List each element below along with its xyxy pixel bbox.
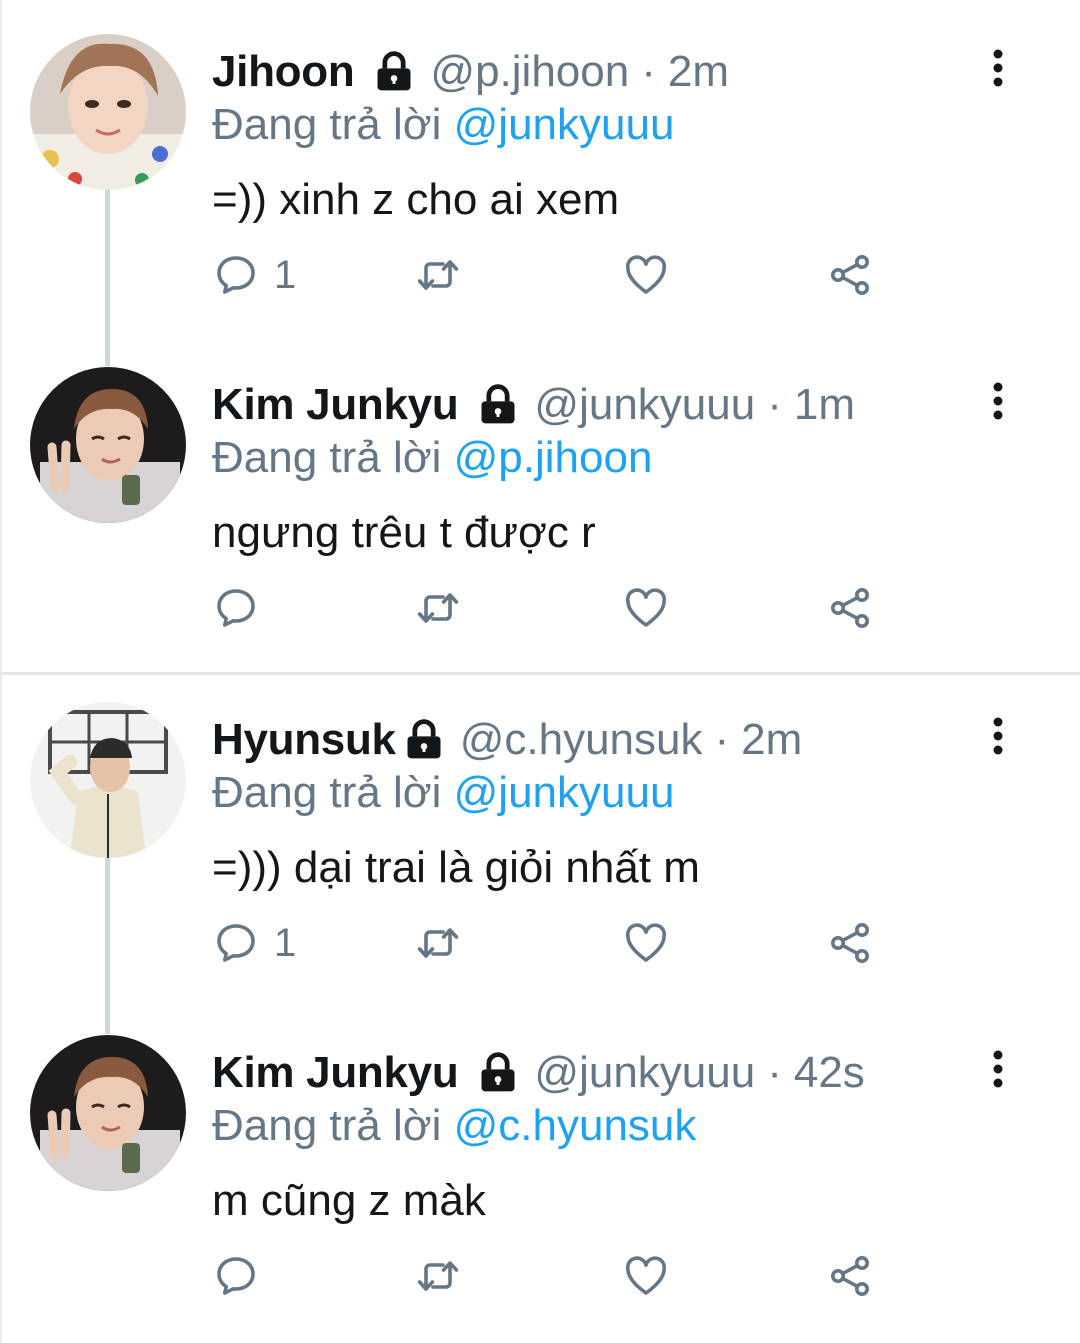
avatar-photo: [30, 1035, 186, 1191]
replying-to: Đang trả lời @c.hyunsuk: [212, 1101, 696, 1151]
replying-mention-link[interactable]: @c.hyunsuk: [454, 1101, 697, 1150]
like-button[interactable]: [622, 573, 670, 643]
share-button[interactable]: [826, 1241, 874, 1311]
retweet-button[interactable]: [414, 240, 462, 310]
more-vertical-icon[interactable]: [980, 381, 1016, 421]
avatar[interactable]: [30, 702, 186, 858]
like-button[interactable]: [622, 908, 670, 978]
tweet-text: =))) dại trai là giỏi nhất m: [212, 843, 700, 892]
tweet-text: =)) xinh z cho ai xem: [212, 175, 620, 224]
lock-icon: [476, 1051, 520, 1095]
separator-dot: ·: [767, 1048, 782, 1097]
avatar[interactable]: [30, 34, 186, 190]
tweet-text: m cũng z màk: [212, 1176, 486, 1225]
tweet-header: Kim Junkyu @junkyuuu · 1m: [212, 375, 855, 435]
retweet-icon: [414, 1252, 462, 1300]
tweet[interactable]: Kim Junkyu @junkyuuu · 1m Đang trả lời @…: [0, 333, 1080, 666]
tweet-thread-feed: Jihoon @p.jihoon · 2m Đang trả lời @junk…: [0, 0, 1080, 1343]
tweet[interactable]: Kim Junkyu @junkyuuu · 42s Đang trả lời …: [0, 1001, 1080, 1334]
more-vertical-icon[interactable]: [980, 1049, 1016, 1089]
avatar-photo: [30, 34, 186, 190]
heart-icon: [622, 584, 670, 632]
tweet-actions: [212, 1241, 912, 1311]
author-handle[interactable]: @p.jihoon: [430, 47, 629, 97]
timestamp[interactable]: 42s: [794, 1048, 865, 1098]
timestamp[interactable]: 2m: [668, 47, 729, 97]
reply-count: 1: [274, 920, 297, 965]
replying-prefix: Đang trả lời: [212, 100, 442, 149]
author-handle[interactable]: @c.hyunsuk: [460, 715, 703, 765]
replying-mention-link[interactable]: @junkyuuu: [454, 100, 675, 149]
share-button[interactable]: [826, 573, 874, 643]
replying-to: Đang trả lời @p.jihoon: [212, 433, 652, 483]
reply-button[interactable]: [212, 1241, 274, 1311]
retweet-button[interactable]: [414, 908, 462, 978]
retweet-icon: [414, 251, 462, 299]
lock-icon: [372, 50, 416, 94]
share-icon: [826, 1252, 874, 1300]
separator-dot: ·: [641, 47, 656, 96]
reply-icon: [212, 919, 260, 967]
reply-icon: [212, 1252, 260, 1300]
tweet-actions: [212, 573, 912, 643]
retweet-button[interactable]: [414, 573, 462, 643]
author-handle[interactable]: @junkyuuu: [534, 1048, 755, 1098]
avatar[interactable]: [30, 367, 186, 523]
avatar[interactable]: [30, 1035, 186, 1191]
separator-dot: ·: [767, 380, 782, 429]
replying-to: Đang trả lời @junkyuuu: [212, 100, 674, 150]
tweet-header: Hyunsuk @c.hyunsuk · 2m: [212, 710, 802, 770]
tweet[interactable]: Jihoon @p.jihoon · 2m Đang trả lời @junk…: [0, 0, 1080, 333]
share-icon: [826, 251, 874, 299]
tweet-text: ngưng trêu t được r: [212, 508, 596, 557]
share-icon: [826, 919, 874, 967]
tweet-header: Kim Junkyu @junkyuuu · 42s: [212, 1043, 865, 1103]
retweet-button[interactable]: [414, 1241, 462, 1311]
reply-button[interactable]: 1: [212, 240, 296, 310]
share-icon: [826, 584, 874, 632]
like-button[interactable]: [622, 1241, 670, 1311]
heart-icon: [622, 919, 670, 967]
lock-icon: [476, 383, 520, 427]
reply-count: 1: [274, 252, 297, 297]
heart-icon: [622, 251, 670, 299]
author-name[interactable]: Hyunsuk: [212, 715, 396, 765]
avatar-photo: [30, 702, 186, 858]
replying-prefix: Đang trả lời: [212, 433, 442, 482]
tweet-header: Jihoon @p.jihoon · 2m: [212, 42, 729, 102]
timestamp[interactable]: 2m: [741, 715, 802, 765]
tweet[interactable]: Hyunsuk @c.hyunsuk · 2m Đang trả lời @ju…: [0, 668, 1080, 1001]
heart-icon: [622, 1252, 670, 1300]
more-vertical-icon[interactable]: [980, 716, 1016, 756]
author-name[interactable]: Kim Junkyu: [212, 380, 459, 430]
reply-icon: [212, 584, 260, 632]
replying-mention-link[interactable]: @p.jihoon: [454, 433, 653, 482]
avatar-photo: [30, 367, 186, 523]
reply-button[interactable]: 1: [212, 908, 296, 978]
replying-prefix: Đang trả lời: [212, 768, 442, 817]
lock-icon: [402, 718, 446, 762]
reply-icon: [212, 251, 260, 299]
tweet-actions: 1: [212, 240, 912, 310]
separator-dot: ·: [714, 715, 730, 764]
like-button[interactable]: [622, 240, 670, 310]
retweet-icon: [414, 584, 462, 632]
author-name[interactable]: Jihoon: [212, 47, 355, 97]
retweet-icon: [414, 919, 462, 967]
replying-prefix: Đang trả lời: [212, 1101, 442, 1150]
author-name[interactable]: Kim Junkyu: [212, 1048, 459, 1098]
author-handle[interactable]: @junkyuuu: [534, 380, 755, 430]
more-vertical-icon[interactable]: [980, 48, 1016, 88]
replying-to: Đang trả lời @junkyuuu: [212, 768, 674, 818]
tweet-actions: 1: [212, 908, 912, 978]
timestamp[interactable]: 1m: [794, 380, 855, 430]
reply-button[interactable]: [212, 573, 274, 643]
share-button[interactable]: [826, 240, 874, 310]
replying-mention-link[interactable]: @junkyuuu: [454, 768, 675, 817]
share-button[interactable]: [826, 908, 874, 978]
